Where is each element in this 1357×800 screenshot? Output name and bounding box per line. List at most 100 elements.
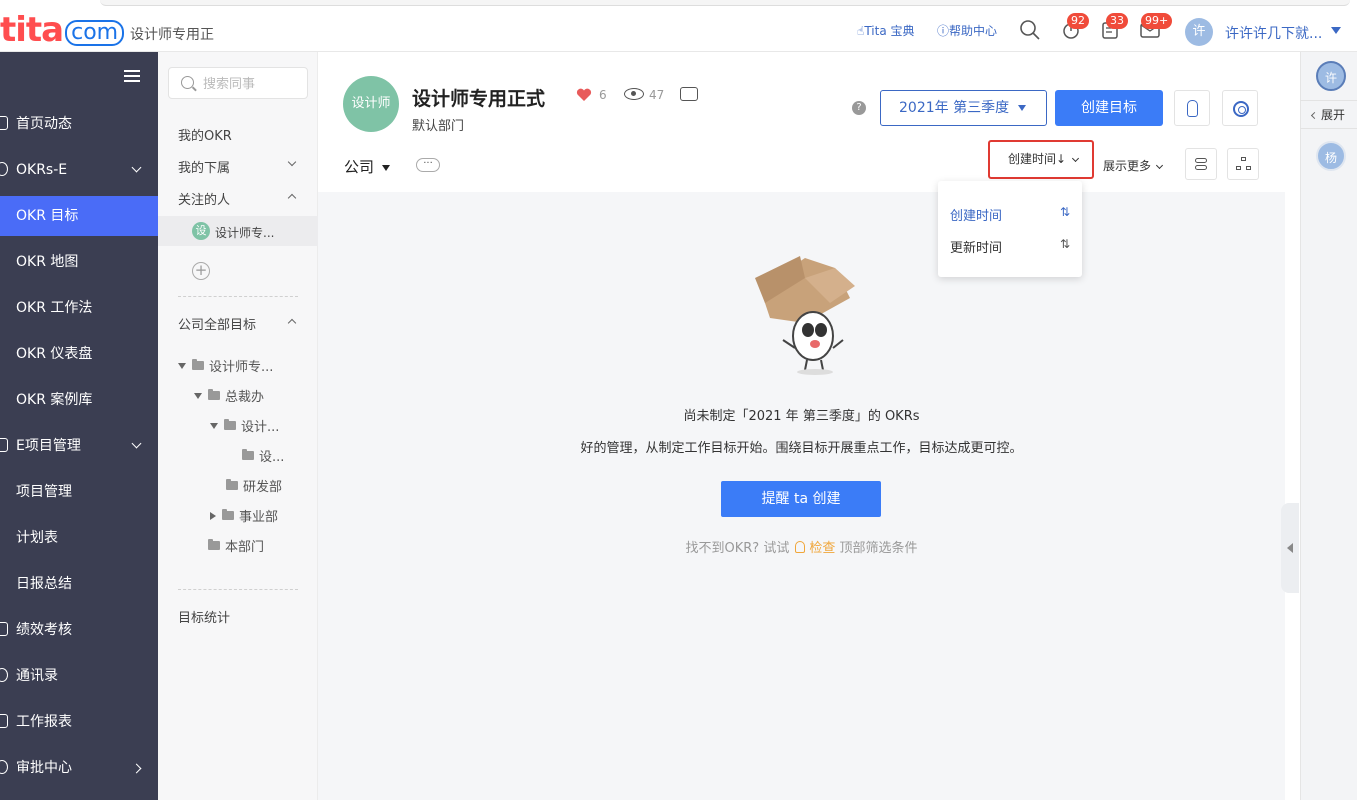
- heart-icon[interactable]: [576, 88, 592, 102]
- folder-icon: [226, 479, 238, 490]
- tita-logo[interactable]: tita com: [0, 13, 125, 47]
- sort-toggle-icon[interactable]: ⇅: [1060, 205, 1070, 219]
- sidebar-item-okr-cases[interactable]: OKR 案例库: [0, 380, 158, 420]
- tree-node-ceo-office[interactable]: 总裁办: [194, 386, 264, 405]
- caret-down-icon: [210, 422, 218, 429]
- colleague-search-input[interactable]: [203, 74, 303, 94]
- sidebar-item-home[interactable]: 首页动态: [0, 104, 158, 144]
- home-icon: [0, 116, 8, 130]
- more-options-icon[interactable]: ···: [416, 158, 440, 172]
- hamburger-menu-icon[interactable]: [124, 70, 140, 82]
- sidebar-item-okr-method[interactable]: OKR 工作法: [0, 288, 158, 328]
- empty-state-hint: 找不到OKR? 试试 检查 顶部筛选条件: [685, 541, 918, 556]
- bar-chart-icon: [0, 714, 8, 728]
- goal-stats-link[interactable]: 目标统计: [178, 607, 308, 626]
- divider: [1300, 128, 1357, 129]
- target-icon: [0, 162, 8, 176]
- person-icon: [0, 668, 8, 682]
- sidebar-item-approval[interactable]: 审批中心: [0, 748, 158, 788]
- hand-pointer-icon: [1187, 100, 1198, 117]
- caret-down-icon: [178, 362, 186, 369]
- tree-view-button[interactable]: [1227, 148, 1259, 180]
- right-panel-avatar-contact[interactable]: 杨: [1316, 141, 1346, 171]
- caret-down-icon: [1018, 105, 1026, 111]
- followed-user-avatar: 设: [192, 222, 210, 240]
- tree-node-rd[interactable]: 研发部: [226, 476, 282, 495]
- tita-guide-link[interactable]: ☝Tita 宝典: [857, 22, 914, 39]
- sidebar-item-performance[interactable]: 绩效考核: [0, 610, 158, 650]
- sidebar-item-work-report[interactable]: 工作报表: [0, 702, 158, 742]
- sidebar-item-contacts[interactable]: 通讯录: [0, 656, 158, 696]
- org-title: 设计师专用正式: [412, 88, 546, 110]
- empty-state-title: 尚未制定「2021 年 第三季度」的 OKRs: [683, 409, 920, 424]
- question-circle-icon: ⓘ: [937, 24, 950, 38]
- sidebar-item-okrs-e[interactable]: OKRs-E: [0, 150, 158, 190]
- folder-icon: [208, 539, 220, 550]
- sort-select[interactable]: 创建时间↓: [988, 140, 1094, 179]
- sort-toggle-icon[interactable]: ⇅: [1060, 237, 1070, 251]
- company-name: 设计师专用正: [130, 27, 214, 43]
- task-badge: 33: [1106, 13, 1128, 29]
- hand-button[interactable]: [1174, 90, 1210, 126]
- caret-down-icon: [194, 392, 202, 399]
- remind-create-button[interactable]: 提醒 ta 创建: [721, 481, 881, 517]
- chevron-right-icon: [131, 763, 142, 774]
- chevron-down-icon: [1071, 154, 1080, 163]
- performance-icon: [0, 622, 8, 636]
- chevron-down-icon: [131, 162, 142, 173]
- add-follow-icon[interactable]: +: [192, 262, 210, 280]
- tree-node-this-dept[interactable]: 本部门: [208, 536, 264, 555]
- check-link[interactable]: 检查: [809, 541, 835, 556]
- help-icon[interactable]: ?: [852, 101, 866, 115]
- scope-filter[interactable]: 公司: [344, 156, 391, 177]
- empty-box-illustration: [755, 256, 855, 375]
- caret-right-icon: [210, 511, 216, 520]
- user-avatar[interactable]: 许: [1185, 18, 1213, 46]
- sort-option-created[interactable]: 创建时间: [950, 205, 1002, 224]
- expand-panel-button[interactable]: 展开: [1310, 106, 1345, 123]
- collapse-panel-handle[interactable]: [1281, 503, 1299, 593]
- chevron-down-icon: [1155, 161, 1164, 170]
- remind-badge: 92: [1067, 13, 1089, 29]
- right-panel-avatar-self[interactable]: 许: [1316, 61, 1346, 91]
- chevron-down-icon: [131, 438, 142, 449]
- tree-node-design[interactable]: 设计...: [210, 416, 279, 435]
- sidebar-item-okr-dashboard[interactable]: OKR 仪表盘: [0, 334, 158, 374]
- browser-address-strip: [100, 0, 1350, 6]
- user-caret-icon[interactable]: [1331, 27, 1341, 34]
- tree-node-root[interactable]: 设计师专...: [178, 356, 273, 375]
- main-content: 设计师 设计师专用正式 默认部门 6 47 ? 2021年 第三季度 创建目标 …: [318, 52, 1285, 800]
- folder-icon: [224, 419, 236, 430]
- divider: [178, 589, 298, 590]
- tree-node-design-sub[interactable]: 设...: [242, 446, 284, 465]
- comment-icon[interactable]: [680, 87, 698, 101]
- my-okr-link[interactable]: 我的OKR: [178, 125, 308, 144]
- period-select[interactable]: 2021年 第三季度: [880, 90, 1047, 126]
- show-more-select[interactable]: 展示更多: [1103, 157, 1164, 174]
- create-goal-button[interactable]: 创建目标: [1055, 90, 1163, 126]
- sidebar-item-plan[interactable]: 计划表: [0, 518, 158, 558]
- sort-option-updated[interactable]: 更新时间: [950, 237, 1002, 256]
- settings-button[interactable]: [1222, 90, 1258, 126]
- okr-navigation-panel: 我的OKR 我的下属 关注的人 设 设计师专... + 公司全部目标 设计师专.…: [158, 52, 318, 800]
- org-header: 设计师 设计师专用正式 默认部门 6 47 ? 2021年 第三季度 创建目标 …: [318, 52, 1285, 192]
- search-icon: [181, 76, 194, 89]
- list-view-button[interactable]: [1185, 148, 1217, 180]
- divider: [178, 296, 298, 297]
- tree-node-business[interactable]: 事业部: [210, 506, 278, 525]
- folder-icon: [192, 359, 204, 370]
- divider: [1300, 100, 1357, 101]
- help-center-link[interactable]: ⓘ帮助中心: [937, 22, 997, 39]
- sidebar-item-project-management[interactable]: 项目管理: [0, 472, 158, 512]
- sidebar-item-e-project[interactable]: E项目管理: [0, 426, 158, 466]
- colleague-search[interactable]: [168, 67, 308, 99]
- sidebar-item-okr-map[interactable]: OKR 地图: [0, 242, 158, 282]
- search-icon[interactable]: [1019, 19, 1041, 41]
- folder-icon: [242, 449, 254, 460]
- sidebar-item-okr-goals[interactable]: OKR 目标: [0, 196, 158, 236]
- sidebar-item-daily-report[interactable]: 日报总结: [0, 564, 158, 604]
- approval-icon: [0, 760, 8, 774]
- chevron-left-icon: [1310, 111, 1319, 120]
- folder-icon: [222, 509, 234, 520]
- user-name[interactable]: 许许许几下就...: [1225, 23, 1322, 43]
